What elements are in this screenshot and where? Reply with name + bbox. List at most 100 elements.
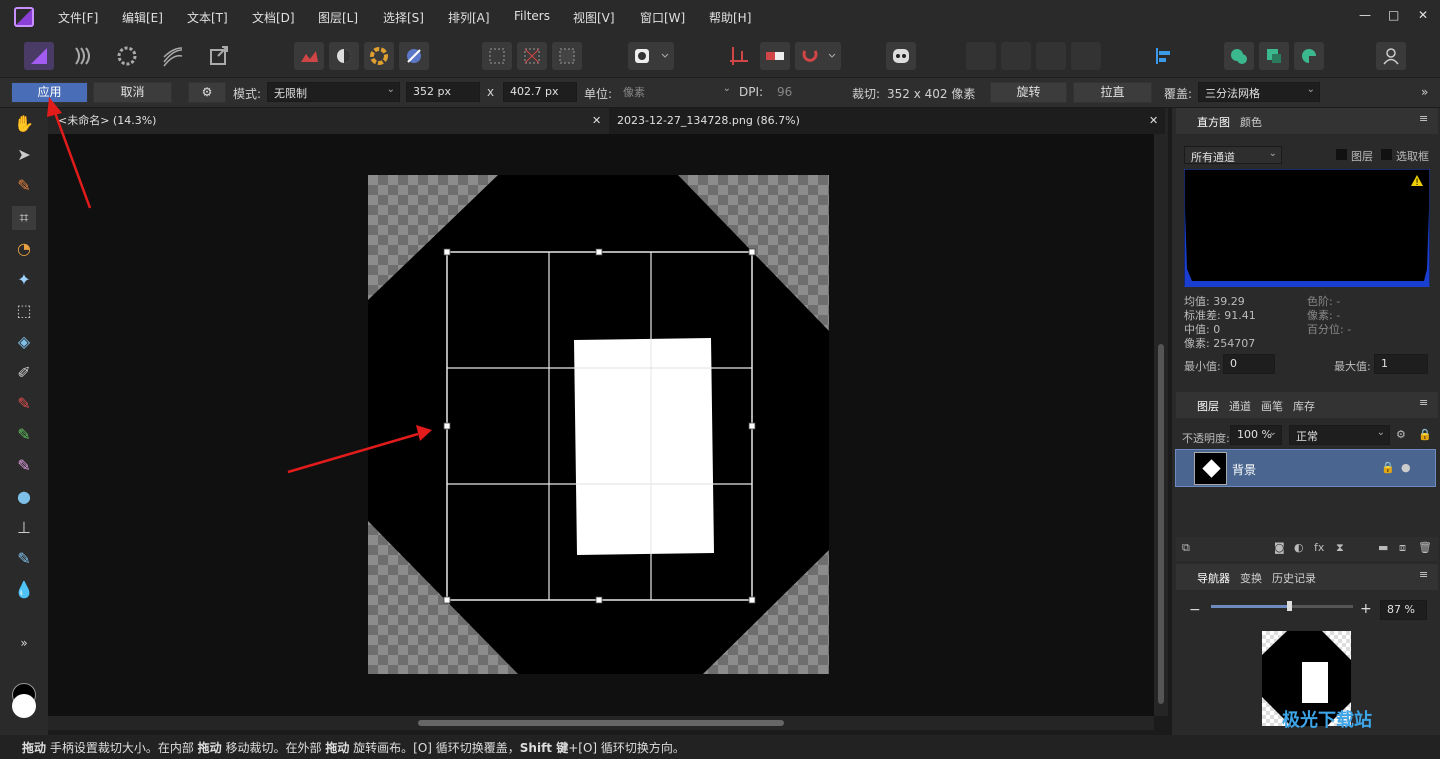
maximize-button[interactable]: □ — [1388, 8, 1399, 22]
crop-overlay[interactable] — [440, 245, 760, 607]
crop-settings-gear-icon[interactable]: ⚙ — [188, 82, 226, 103]
color-picker-tool-icon[interactable]: ✎ — [12, 174, 36, 198]
arrange-backward-icon[interactable] — [1001, 42, 1031, 70]
menu-help[interactable]: 帮助[H] — [709, 9, 751, 26]
paint-brush-tool-icon[interactable]: ✐ — [12, 361, 36, 385]
layer-settings-gear-icon[interactable]: ⚙ — [1396, 428, 1406, 441]
boolean-add-icon[interactable] — [1224, 42, 1254, 70]
horizontal-scrollbar[interactable] — [48, 716, 1154, 730]
layer-checkbox[interactable] — [1336, 149, 1347, 160]
tab-color[interactable]: 颜色 — [1240, 114, 1262, 130]
auto-contrast-icon[interactable] — [329, 42, 359, 70]
flood-select-tool-icon[interactable]: ✦ — [12, 268, 36, 292]
min-value-field[interactable]: 0 — [1223, 354, 1275, 374]
levels-icon[interactable] — [294, 42, 324, 70]
healing-brush-tool-icon[interactable]: ✎ — [12, 547, 36, 571]
menu-select[interactable]: 选择[S] — [383, 9, 424, 26]
tone-mapping-persona-icon[interactable] — [158, 42, 188, 70]
panel-menu-icon[interactable]: ≡ — [1419, 396, 1428, 409]
adjustment-layer-icon[interactable]: ◐ — [1294, 541, 1304, 554]
blur-tool-icon[interactable]: 💧 — [12, 578, 36, 602]
duplicate-layer-icon[interactable]: ⧈ — [1399, 541, 1406, 555]
tab-close-icon[interactable]: ✕ — [592, 108, 601, 134]
user-account-icon[interactable] — [1376, 42, 1406, 70]
tab-brushes[interactable]: 画笔 — [1261, 398, 1283, 414]
max-value-field[interactable]: 1 — [1374, 354, 1428, 374]
channel-dropdown[interactable]: 所有通道 ⌄ — [1184, 146, 1282, 164]
photo-persona-icon[interactable] — [24, 42, 54, 70]
snap-grid-icon[interactable] — [724, 42, 754, 70]
new-pixel-layer-icon[interactable]: ⧗ — [1336, 541, 1344, 555]
more-options-icon[interactable]: » — [1421, 85, 1428, 99]
tab-image[interactable]: 2023-12-27_134728.png (86.7%) — [617, 108, 800, 134]
mask-layer-icon[interactable]: ◙ — [1274, 541, 1285, 554]
arrange-front-icon[interactable] — [1071, 42, 1101, 70]
new-group-folder-icon[interactable]: ▬ — [1378, 541, 1388, 554]
layer-visibility-icon[interactable]: ● — [1401, 461, 1411, 474]
panel-menu-icon[interactable]: ≡ — [1419, 112, 1428, 125]
close-window-button[interactable]: ✕ — [1418, 8, 1428, 22]
menu-edit[interactable]: 编辑[E] — [122, 9, 163, 26]
invert-selection-icon[interactable] — [552, 42, 582, 70]
layers-panel-icon[interactable]: ⧉ — [1182, 541, 1190, 555]
panel-menu-icon[interactable]: ≡ — [1419, 568, 1428, 581]
layer-lock-icon[interactable]: 🔒 — [1381, 461, 1395, 474]
selection-checkbox[interactable] — [1381, 149, 1392, 160]
apply-button[interactable]: 应用 — [11, 82, 88, 103]
tab-histogram[interactable]: 直方图 — [1197, 114, 1230, 130]
crop-tool-icon[interactable]: ⌗ — [12, 206, 36, 230]
expand-tools-icon[interactable]: » — [12, 631, 36, 655]
marquee-tool-icon[interactable]: ⬚ — [12, 299, 36, 323]
menu-arrange[interactable]: 排列[A] — [448, 9, 490, 26]
straighten-button[interactable]: 拉直 — [1073, 82, 1152, 103]
dodge-tool-icon[interactable]: ● — [12, 485, 36, 509]
align-icon[interactable] — [1148, 42, 1178, 70]
tab-transform[interactable]: 变换 — [1240, 570, 1262, 586]
crop-height-field[interactable]: 402.7 px — [503, 82, 577, 102]
lock-icon[interactable]: 🔒 — [1418, 428, 1432, 441]
overlay-dropdown[interactable]: 三分法网格 ⌄ — [1198, 82, 1320, 102]
cancel-button[interactable]: 取消 — [93, 82, 172, 103]
layer-name[interactable]: 背景 — [1232, 461, 1256, 478]
boolean-subtract-icon[interactable] — [1259, 42, 1289, 70]
magnet-icon[interactable] — [795, 42, 841, 70]
zoom-field[interactable]: 87 % — [1380, 600, 1427, 620]
selection-all-icon[interactable] — [482, 42, 512, 70]
boolean-intersect-icon[interactable] — [1294, 42, 1324, 70]
arrange-forward-icon[interactable] — [1036, 42, 1066, 70]
white-balance-icon[interactable] — [399, 42, 429, 70]
crop-width-field[interactable]: 352 px — [406, 82, 480, 102]
assistant-icon[interactable] — [886, 42, 916, 70]
quick-mask-icon[interactable] — [628, 42, 674, 70]
primary-color-swatch[interactable] — [12, 694, 36, 718]
erase-brush-tool-icon[interactable]: ✎ — [12, 454, 36, 478]
pixel-brush-tool-icon[interactable]: ✎ — [12, 392, 36, 416]
liquify-persona-icon[interactable] — [68, 42, 98, 70]
minimize-button[interactable]: — — [1359, 8, 1371, 22]
live-filter-icon[interactable]: fx — [1314, 541, 1324, 554]
menu-document[interactable]: 文档[D] — [252, 9, 295, 26]
delete-layer-trash-icon[interactable]: 🗑 — [1418, 541, 1432, 554]
zoom-slider[interactable] — [1211, 601, 1353, 611]
fill-tool-icon[interactable]: ◈ — [12, 330, 36, 354]
develop-persona-icon[interactable] — [112, 42, 142, 70]
mode-dropdown[interactable]: 无限制 ⌄ — [267, 82, 400, 102]
deselect-icon[interactable] — [517, 42, 547, 70]
zoom-in-icon[interactable]: + — [1360, 601, 1372, 617]
opacity-field[interactable]: 100 % ⌄ — [1230, 425, 1282, 445]
menu-filters[interactable]: Filters — [514, 9, 550, 23]
tab-close-icon[interactable]: ✕ — [1149, 108, 1158, 134]
unit-dropdown[interactable]: 像素 ⌄ — [617, 82, 735, 102]
tab-navigator[interactable]: 导航器 — [1197, 570, 1230, 586]
hand-tool-icon[interactable]: ✋ — [12, 112, 36, 136]
menu-file[interactable]: 文件[F] — [58, 9, 98, 26]
auto-colors-icon[interactable] — [364, 42, 394, 70]
menu-window[interactable]: 窗口[W] — [640, 9, 685, 26]
tab-untitled[interactable]: <未命名> (14.3%) — [58, 108, 156, 134]
blend-mode-dropdown[interactable]: 正常 ⌄ — [1289, 425, 1390, 445]
menu-layer[interactable]: 图层[L] — [318, 9, 358, 26]
tab-history[interactable]: 历史记录 — [1272, 570, 1316, 586]
zoom-out-icon[interactable]: − — [1189, 602, 1201, 618]
tab-layers[interactable]: 图层 — [1197, 398, 1219, 414]
tab-channels[interactable]: 通道 — [1229, 398, 1251, 414]
